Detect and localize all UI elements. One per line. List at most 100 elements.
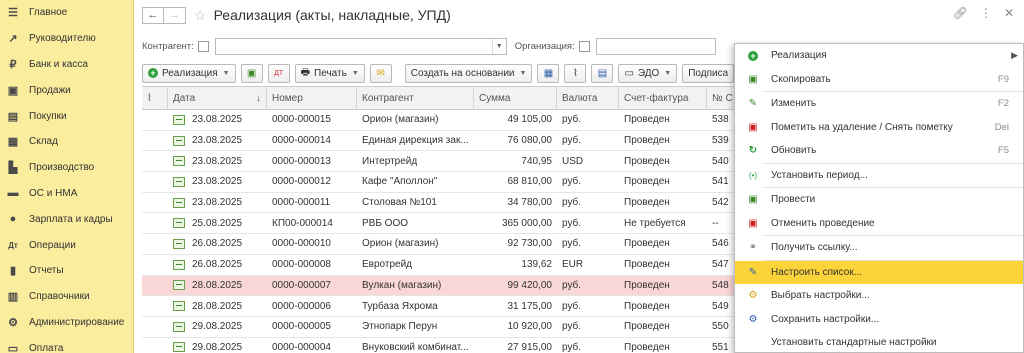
- sidebar-item-assets[interactable]: ▬ ОС и НМА: [0, 181, 133, 207]
- attachment-cell: [142, 338, 168, 353]
- sidebar-item-director[interactable]: ↗ Руководителю: [0, 26, 133, 52]
- menu-item-edit[interactable]: ✎ Изменить F2: [735, 92, 1023, 116]
- sidebar-item-main[interactable]: ☰ Главное: [0, 0, 133, 26]
- copy-icon: ▣: [748, 73, 758, 85]
- menu-item-configure-list[interactable]: ✎ Настроить список...: [735, 260, 1023, 284]
- sidebar-item-purchases[interactable]: ▤ Покупки: [0, 103, 133, 129]
- date-cell: 23.08.2025: [168, 151, 267, 171]
- table-row[interactable]: 26.08.2025 0000-000008 Евротрейд 139,62 EUR П…: [142, 255, 742, 276]
- organization-field[interactable]: [595, 37, 716, 55]
- menu-item-label: Выбрать настройки...: [771, 290, 870, 302]
- invoice-cell: Проведен: [619, 338, 707, 353]
- chevron-down-icon[interactable]: ▼: [491, 38, 506, 54]
- menu-item-mark-delete[interactable]: ▣ Пометить на удаление / Снять пометку Del: [735, 116, 1023, 140]
- menu-item-post[interactable]: ▣ Провести: [735, 188, 1023, 212]
- column-header-number[interactable]: Номер: [267, 87, 357, 109]
- menu-item-copy[interactable]: ▣ Скопировать F9: [735, 68, 1023, 92]
- invoice-cell-text: Проведен: [624, 176, 670, 188]
- structure-icon: ▦: [543, 67, 554, 79]
- currency-cell-text: EUR: [562, 259, 584, 271]
- table-row[interactable]: 23.08.2025 0000-000012 Кафе "Аполлон" 68 81…: [142, 172, 742, 193]
- table-row[interactable]: 29.08.2025 0000-000004 Внуковский комбинат…: [142, 338, 742, 353]
- counterparty-cell-text: Интертрейд: [362, 155, 418, 167]
- num-cell-text: --: [712, 217, 719, 229]
- posted-document-icon: [173, 259, 185, 270]
- menu-item-label: Провести: [771, 194, 816, 206]
- document-green-icon: ▣: [246, 67, 257, 79]
- attachment-column-header[interactable]: ⌇: [142, 87, 168, 109]
- attachment-cell: [142, 193, 168, 213]
- sidebar-item-sales[interactable]: ▣ Продажи: [0, 77, 133, 103]
- create-based-button[interactable]: Создать на основании ▼: [404, 63, 533, 83]
- number-cell: 0000-000004: [267, 338, 357, 353]
- table-row[interactable]: 23.08.2025 0000-000015 Орион (магазин) 49 1…: [142, 110, 742, 131]
- sidebar: ☰ Главное ↗ Руководителю ₽ Банк и касса ▣ Пр…: [0, 0, 134, 353]
- column-header-currency[interactable]: Валюта: [557, 87, 619, 109]
- table-row[interactable]: 28.08.2025 0000-000007 Вулкан (магазин) 99 …: [142, 275, 742, 297]
- table-row[interactable]: 23.08.2025 0000-000011 Столовая №101 34 780…: [142, 193, 742, 214]
- create-button[interactable]: + Реализация ▼: [142, 63, 236, 83]
- menu-item-label: Получить ссылку...: [771, 242, 858, 254]
- date-cell-text: 26.08.2025: [192, 238, 243, 250]
- sidebar-item-operations[interactable]: Дт Операции: [0, 232, 133, 258]
- sidebar-item-admin[interactable]: ⚙ Администрирование: [0, 310, 133, 336]
- sign-button[interactable]: Подписа: [682, 63, 735, 83]
- menu-item-choose-settings[interactable]: ⚙ Выбрать настройки...: [735, 284, 1023, 308]
- close-icon[interactable]: ✕: [1004, 6, 1014, 20]
- date-cell: 26.08.2025: [168, 255, 267, 275]
- sum-cell-text: 139,62: [521, 259, 552, 271]
- counterparty-cell-text: Вулкан (магазин): [362, 279, 442, 291]
- back-button[interactable]: ←: [142, 6, 164, 24]
- table-row[interactable]: 28.08.2025 0000-000006 Турбаза Яхрома 31 17…: [142, 296, 742, 317]
- copy-doc-button[interactable]: ▣: [240, 63, 263, 83]
- menu-item-label: Установить стандартные настройки: [771, 337, 937, 349]
- column-header-label: Валюта: [562, 92, 598, 104]
- organization-checkbox[interactable]: [578, 40, 590, 52]
- menu-item-save-settings[interactable]: ⚙ Сохранить настройки...: [735, 308, 1023, 332]
- column-header-date[interactable]: Дата ↓: [168, 87, 267, 109]
- column-header-counterparty[interactable]: Контрагент: [357, 87, 474, 109]
- attach-button[interactable]: ⌇: [564, 63, 587, 83]
- menu-item-default-settings[interactable]: Установить стандартные настройки: [735, 331, 1023, 353]
- menu-item-set-period[interactable]: (•) Установить период...: [735, 164, 1023, 188]
- structure-button[interactable]: ▦: [537, 63, 560, 83]
- arrow-left-icon: ←: [147, 9, 159, 21]
- sidebar-item-salary[interactable]: ● Зарплата и кадры: [0, 206, 133, 232]
- sidebar-item-payment[interactable]: ▭ Оплата: [0, 335, 133, 353]
- menu-item-create[interactable]: + Реализация ▶: [735, 44, 1023, 68]
- currency-cell: руб.: [557, 110, 619, 130]
- table-row[interactable]: 23.08.2025 0000-000013 Интертрейд 740,95 USD…: [142, 151, 742, 173]
- sum-cell: 34 780,00: [474, 193, 557, 213]
- table-row[interactable]: 25.08.2025 КП00-000014 РВБ ООО 365 000,00 ру…: [142, 213, 742, 235]
- menu-item-refresh[interactable]: ↻ Обновить F5: [735, 139, 1023, 163]
- sidebar-item-bank[interactable]: ₽ Банк и касса: [0, 52, 133, 78]
- email-button[interactable]: ✉: [369, 63, 392, 83]
- sidebar-item-directories[interactable]: ▥ Справочники: [0, 284, 133, 310]
- table-row[interactable]: 29.08.2025 0000-000005 Этнопарк Перун 10 92…: [142, 317, 742, 338]
- number-cell-text: 0000-000013: [272, 155, 331, 167]
- print-button[interactable]: 🖶︎ Печать ▼: [294, 63, 365, 83]
- sidebar-item-production[interactable]: ▙ Производство: [0, 155, 133, 181]
- sidebar-item-warehouse[interactable]: ▦ Склад: [0, 129, 133, 155]
- menu-item-get-link[interactable]: ⚭ Получить ссылку...: [735, 236, 1023, 260]
- table-row[interactable]: 26.08.2025 0000-000010 Орион (магазин) 92 7…: [142, 234, 742, 255]
- debit-credit-button[interactable]: ДТ: [267, 63, 290, 83]
- counterparty-cell-text: Этнопарк Перун: [362, 321, 438, 333]
- edo-button[interactable]: ▭ ЭДО ▼: [618, 63, 678, 83]
- column-header-label: Контрагент: [362, 92, 414, 104]
- sidebar-item-reports[interactable]: ▮ Отчеты: [0, 258, 133, 284]
- link-icon[interactable]: 🔗︎: [953, 6, 968, 20]
- favorite-star-icon[interactable]: ☆: [194, 7, 207, 24]
- more-icon[interactable]: ⋮: [980, 6, 992, 20]
- number-cell-text: 0000-000010: [272, 238, 331, 250]
- counterparty-checkbox[interactable]: [197, 40, 209, 52]
- menu-item-unpost[interactable]: ▣ Отменить проведение: [735, 212, 1023, 236]
- table-row[interactable]: 23.08.2025 0000-000014 Единая дирекция зак…: [142, 131, 742, 152]
- pencil-icon: ✎: [748, 98, 758, 110]
- forward-button[interactable]: →: [164, 6, 186, 24]
- documents-table: ⌇ Дата ↓ Номер Контрагент Сумма Валюта Сч…: [142, 86, 742, 353]
- counterparty-field[interactable]: ▼: [214, 37, 507, 55]
- column-header-invoice[interactable]: Счет-фактура: [619, 87, 707, 109]
- calculator-button[interactable]: ▤: [591, 63, 614, 83]
- column-header-sum[interactable]: Сумма: [474, 87, 557, 109]
